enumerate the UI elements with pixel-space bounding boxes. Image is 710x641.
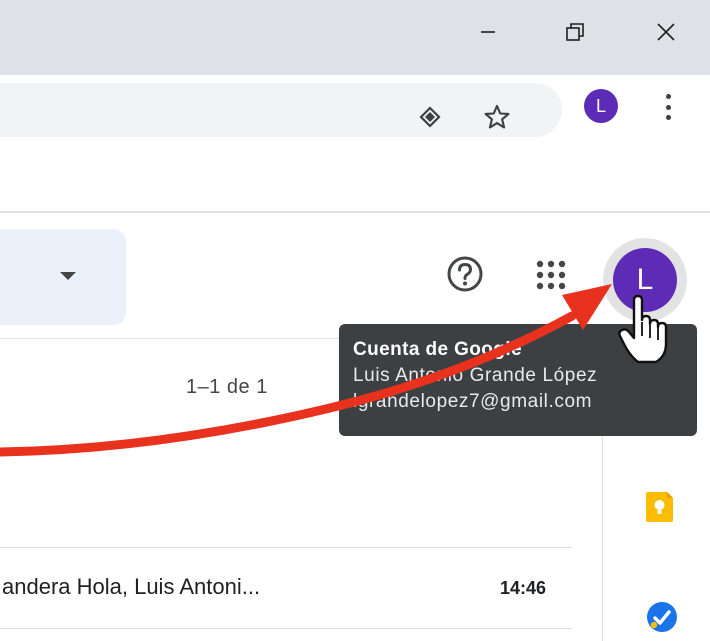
divider [0, 211, 710, 213]
google-lens-icon[interactable] [415, 102, 445, 132]
divider [0, 628, 572, 629]
kebab-menu-icon[interactable] [656, 90, 680, 124]
tooltip-account-name: Luis Antonio Grande López [353, 365, 598, 386]
side-panel-divider [602, 420, 603, 641]
close-icon [657, 23, 675, 41]
help-icon[interactable] [445, 254, 485, 294]
bookmark-star-icon[interactable] [482, 102, 512, 132]
google-account-avatar[interactable]: L [613, 248, 677, 312]
address-bar[interactable] [0, 83, 562, 137]
keep-icon[interactable] [643, 490, 677, 524]
close-button[interactable] [643, 12, 689, 52]
minimize-icon [481, 31, 495, 33]
tasks-icon[interactable] [645, 600, 679, 634]
tooltip-title: Cuenta de Google [353, 339, 522, 360]
screen: L L 1–1 de 1 andera Hola, Luis Antoni...… [0, 0, 710, 641]
divider [0, 547, 572, 548]
mail-row-time: 14:46 [500, 578, 547, 598]
account-tooltip: Cuenta de Google Luis Antonio Grande Lóp… [339, 324, 697, 436]
restore-button[interactable] [552, 12, 598, 52]
search-options-caret-icon[interactable] [60, 272, 76, 280]
restore-icon [566, 23, 584, 41]
mail-row-snippet[interactable]: andera Hola, Luis Antoni... [2, 574, 260, 600]
account-initial: L [636, 263, 654, 296]
pagination-label: 1–1 de 1 [186, 376, 268, 398]
profile-initial: L [595, 95, 606, 116]
browser-title-bar [0, 0, 710, 75]
chrome-profile-avatar[interactable]: L [584, 89, 618, 123]
minimize-button[interactable] [465, 12, 511, 52]
tooltip-account-email: lgrandelopez7@gmail.com [353, 391, 593, 412]
apps-grid-icon[interactable] [533, 258, 569, 294]
